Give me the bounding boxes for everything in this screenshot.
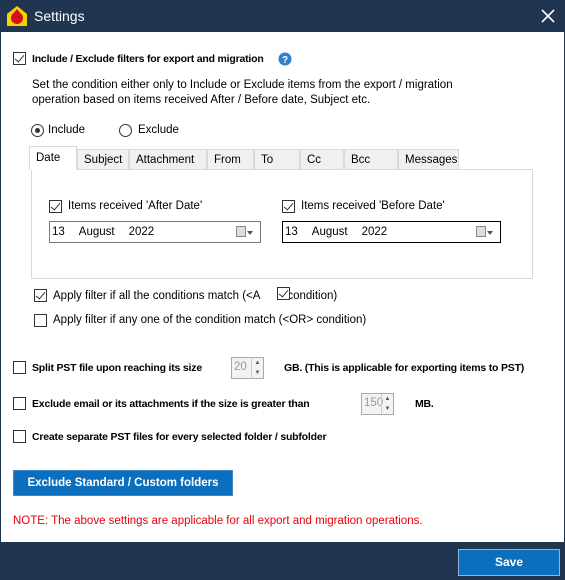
exclude-size-label: Exclude email or its attachments if the …	[32, 398, 310, 410]
tab-subject[interactable]: Subject	[77, 149, 129, 170]
split-size-stepper[interactable]: 20 ▲ ▼	[231, 357, 264, 379]
split-pst-label: Split PST file upon reaching its size	[32, 362, 202, 374]
tab-date[interactable]: Date	[29, 146, 77, 170]
after-date-checkbox[interactable]	[49, 200, 62, 213]
match-all-label-start: Apply filter if all the conditions match…	[53, 290, 261, 302]
stray-checkbox[interactable]	[277, 287, 290, 300]
after-month: August	[78, 226, 115, 238]
after-day: 13	[52, 226, 65, 238]
after-year: 2022	[128, 226, 155, 238]
after-date-label: Items received 'After Date'	[68, 200, 203, 212]
app-logo-icon	[7, 6, 27, 26]
dropdown-arrow-icon	[487, 231, 493, 235]
filters-header: Include / Exclude filters for export and…	[32, 51, 292, 67]
tab-to[interactable]: To	[254, 149, 300, 170]
include-label: Include	[48, 124, 86, 136]
split-suffix: GB. (This is applicable for exporting it…	[284, 362, 525, 374]
exclude-size-checkbox[interactable]	[13, 397, 26, 410]
after-date-picker[interactable]: 13 August 2022	[49, 221, 261, 243]
tab-attachment[interactable]: Attachment	[129, 149, 207, 170]
before-day: 13	[285, 226, 298, 238]
before-month: August	[311, 226, 348, 238]
include-radio[interactable]	[31, 124, 44, 137]
stepper-arrows-icon[interactable]: ▲ ▼	[381, 394, 393, 414]
exclude-radio[interactable]	[119, 124, 132, 137]
tab-cc[interactable]: Cc	[300, 149, 344, 170]
close-icon[interactable]	[541, 9, 555, 23]
tab-messages[interactable]: Messages	[398, 149, 459, 170]
stepper-arrows-icon[interactable]: ▲ ▼	[251, 358, 263, 378]
split-size-value: 20	[234, 361, 247, 373]
match-any-label: Apply filter if any one of the condition…	[53, 314, 367, 326]
separate-pst-label: Create separate PST files for every sele…	[32, 431, 327, 443]
description-line-1: Set the condition either only to Include…	[32, 79, 453, 91]
calendar-icon[interactable]	[476, 226, 493, 237]
tab-from[interactable]: From	[207, 149, 254, 170]
filters-checkbox[interactable]	[13, 52, 26, 65]
split-pst-checkbox[interactable]	[13, 361, 26, 374]
calendar-icon[interactable]	[236, 226, 253, 237]
match-any-checkbox[interactable]	[34, 314, 47, 327]
note-text: NOTE: The above settings are applicable …	[13, 515, 423, 527]
match-all-checkbox[interactable]	[34, 289, 47, 302]
description-line-2: operation based on items received After …	[32, 94, 371, 106]
before-year: 2022	[361, 226, 388, 238]
before-date-checkbox[interactable]	[282, 200, 295, 213]
before-date-picker[interactable]: 13 August 2022	[282, 221, 501, 243]
exclude-label: Exclude	[138, 124, 179, 136]
dropdown-arrow-icon	[247, 231, 253, 235]
separate-pst-checkbox[interactable]	[13, 430, 26, 443]
exclude-folders-button[interactable]: Exclude Standard / Custom folders	[13, 470, 233, 496]
svg-text:?: ?	[281, 55, 287, 66]
tab-bcc[interactable]: Bcc	[344, 149, 398, 170]
filters-label: Include / Exclude filters for export and…	[32, 53, 264, 65]
window-title: Settings	[34, 8, 85, 24]
settings-dialog: Settings Include / Exclude filters for e…	[0, 0, 565, 580]
help-icon[interactable]: ?	[278, 52, 292, 66]
match-all-label: Apply filter if all the conditions match…	[53, 289, 337, 303]
before-date-label: Items received 'Before Date'	[301, 200, 445, 212]
save-button[interactable]: Save	[458, 549, 560, 576]
title-bar: Settings	[1, 1, 564, 32]
exclude-size-stepper[interactable]: 150 ▲ ▼	[361, 393, 394, 415]
exclude-size-suffix: MB.	[415, 398, 434, 410]
